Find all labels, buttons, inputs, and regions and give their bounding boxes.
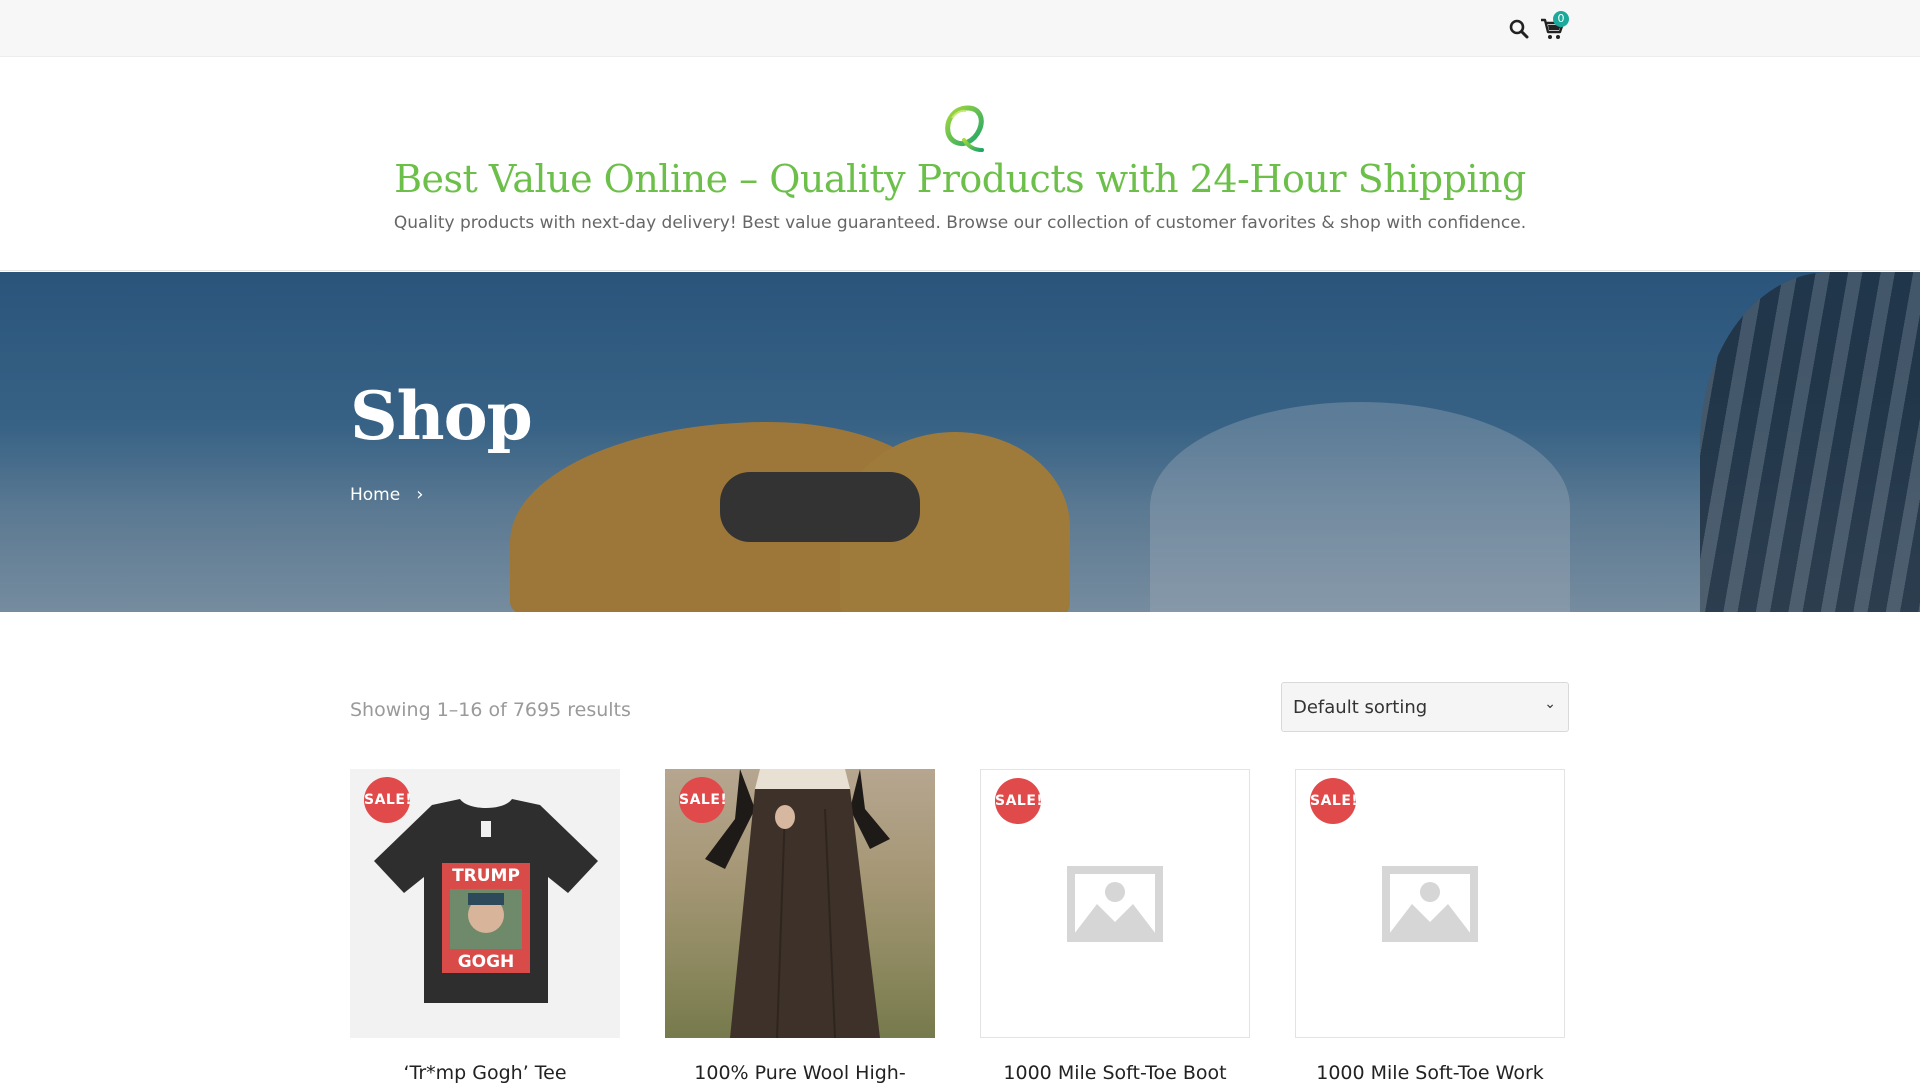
sorting-select-value: Default sorting	[1293, 697, 1428, 718]
q-logo-icon[interactable]	[938, 100, 994, 156]
top-bar: 0	[0, 0, 1920, 57]
hero-banner: Shop Home ›	[0, 272, 1920, 612]
product-name[interactable]: ‘Tr*mp Gogh’ Tee	[350, 1060, 620, 1086]
sorting-select[interactable]: Default sorting ⌄	[1281, 682, 1569, 732]
product-name[interactable]: 1000 Mile Soft-Toe Boot	[980, 1060, 1250, 1086]
placeholder-image-icon	[1067, 866, 1163, 942]
search-icon[interactable]	[1508, 18, 1530, 40]
product-image[interactable]: SALE!	[665, 769, 935, 1038]
breadcrumb-home-link[interactable]: Home	[350, 485, 400, 505]
product-name[interactable]: 100% Pure Wool High-	[665, 1060, 935, 1086]
placeholder-image-icon	[1382, 866, 1478, 942]
site-tagline: Quality products with next-day delivery!…	[393, 213, 1527, 233]
product-card[interactable]: SALE! 1000 Mile Soft-Toe Work	[1295, 769, 1565, 1086]
product-card[interactable]: TRUMP GOGH SALE! ‘Tr*mp Gogh’ Tee	[350, 769, 620, 1086]
tee-print-top-text: TRUMP	[452, 866, 520, 886]
cart-count-badge: 0	[1553, 11, 1569, 27]
sale-badge: SALE!	[995, 778, 1043, 824]
site-title[interactable]: Best Value Online – Quality Products wit…	[0, 157, 1920, 201]
chevron-down-icon: ⌄	[1544, 696, 1556, 712]
product-image[interactable]: TRUMP GOGH SALE!	[350, 769, 620, 1038]
sale-badge: SALE!	[1310, 778, 1358, 824]
product-name[interactable]: 1000 Mile Soft-Toe Work	[1295, 1060, 1565, 1086]
product-card[interactable]: SALE! 1000 Mile Soft-Toe Boot	[980, 769, 1250, 1086]
product-image[interactable]: SALE!	[980, 769, 1250, 1038]
tshirt-image: TRUMP GOGH	[374, 799, 598, 1003]
result-count: Showing 1–16 of 7695 results	[350, 699, 631, 721]
breadcrumb: Home ›	[350, 484, 423, 505]
product-card[interactable]: SALE! 100% Pure Wool High-	[665, 769, 935, 1086]
sale-badge: SALE!	[364, 777, 412, 823]
page-title: Shop	[350, 377, 533, 455]
site-header: Best Value Online – Quality Products wit…	[0, 57, 1920, 271]
product-image[interactable]: SALE!	[1295, 769, 1565, 1038]
hero-overlay	[0, 272, 1920, 612]
chevron-right-icon: ›	[416, 484, 424, 505]
sale-badge: SALE!	[679, 777, 727, 823]
tee-print-bottom-text: GOGH	[458, 952, 515, 972]
